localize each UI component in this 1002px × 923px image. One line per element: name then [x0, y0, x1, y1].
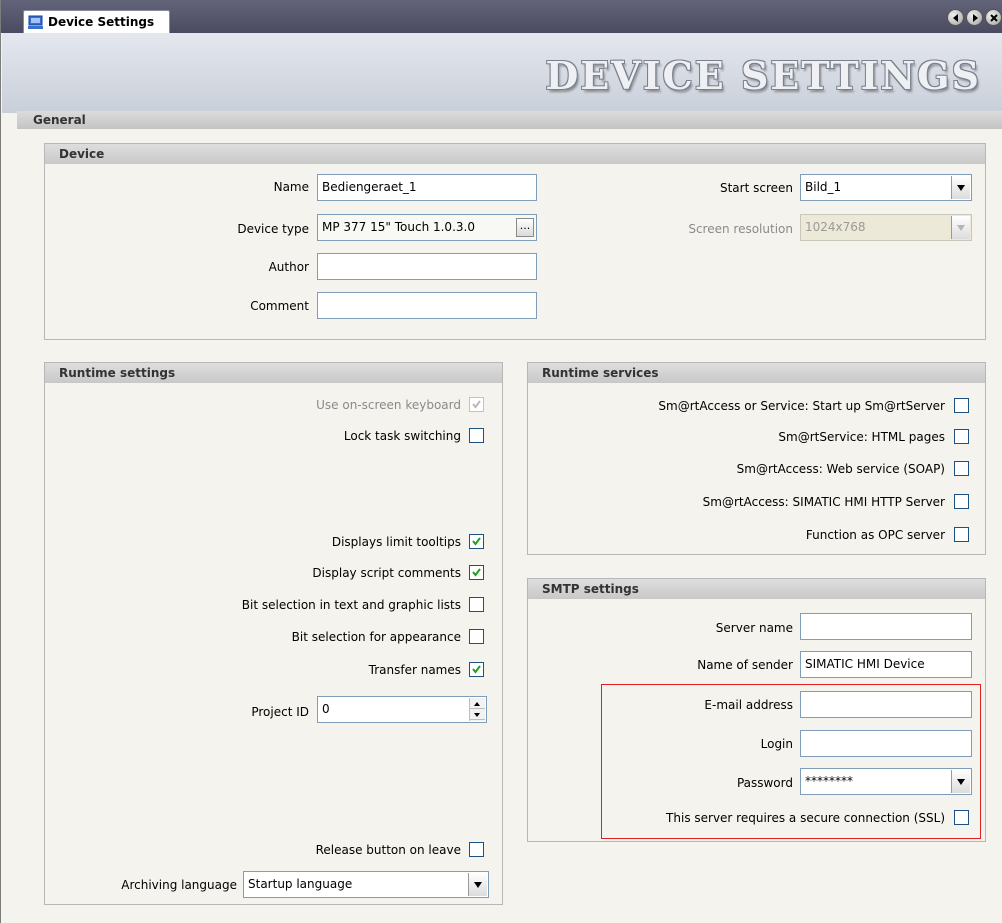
bit-appearance-checkbox[interactable] [469, 629, 484, 644]
sender-field[interactable]: SIMATIC HMI Device [800, 651, 972, 678]
comment-field[interactable] [317, 292, 537, 319]
script-comments-label: Display script comments [312, 566, 461, 580]
author-field[interactable] [317, 253, 537, 280]
chevron-down-icon[interactable] [468, 873, 487, 896]
page-title: DEVICE SETTINGS [545, 53, 981, 98]
smtp-settings-heading: SMTP settings [528, 579, 985, 599]
tab-bar: Device Settings [1, 0, 1002, 34]
transfer-names-label: Transfer names [368, 663, 461, 677]
section-general: General [17, 111, 1002, 129]
web-service-label: Sm@rtAccess: Web service (SOAP) [736, 462, 945, 476]
html-pages-checkbox[interactable] [954, 429, 969, 444]
forward-icon[interactable] [966, 9, 983, 26]
name-label: Name [273, 180, 309, 194]
limit-tooltips-checkbox[interactable] [469, 534, 484, 549]
device-type-field: MP 377 15" Touch 1.0.3.0 ... [317, 214, 537, 241]
device-heading: Device [45, 144, 985, 164]
resolution-select: 1024x768 [800, 214, 972, 241]
device-type-label: Device type [237, 222, 309, 236]
spin-up-icon[interactable] [470, 698, 485, 709]
startup-server-label: Sm@rtAccess or Service: Start up Sm@rtSe… [658, 399, 945, 413]
name-field[interactable]: Bediengeraet_1 [317, 174, 537, 201]
back-icon[interactable] [947, 9, 964, 26]
transfer-names-checkbox[interactable] [469, 662, 484, 677]
opc-server-label: Function as OPC server [805, 528, 945, 542]
limit-tooltips-label: Displays limit tooltips [331, 535, 461, 549]
server-name-field[interactable] [800, 613, 972, 640]
page-header: DEVICE SETTINGS [2, 33, 1002, 113]
runtime-settings-heading: Runtime settings [45, 363, 502, 383]
lock-task-checkbox[interactable] [469, 428, 484, 443]
browse-device-type-button[interactable]: ... [516, 218, 534, 237]
bit-text-graphic-label: Bit selection in text and graphic lists [241, 598, 461, 612]
bit-appearance-label: Bit selection for appearance [291, 630, 461, 644]
author-label: Author [268, 260, 309, 274]
tab-title: Device Settings [48, 15, 155, 29]
html-pages-label: Sm@rtService: HTML pages [778, 430, 945, 444]
device-settings-window: Device Settings DEVICE SETTINGS General … [0, 0, 1002, 923]
start-screen-value: Bild_1 [805, 180, 842, 194]
runtime-services-heading: Runtime services [528, 363, 985, 383]
start-screen-select[interactable]: Bild_1 [800, 174, 972, 201]
release-button-label: Release button on leave [315, 843, 461, 857]
sender-label: Name of sender [697, 658, 793, 672]
start-screen-label: Start screen [719, 181, 793, 195]
server-name-label: Server name [715, 621, 793, 635]
startup-server-checkbox[interactable] [954, 398, 969, 413]
spin-down-icon[interactable] [470, 709, 485, 720]
project-id-value: 0 [322, 702, 330, 716]
chevron-down-icon [951, 216, 970, 239]
onscreen-keyboard-checkbox [469, 397, 484, 412]
script-comments-checkbox[interactable] [469, 565, 484, 580]
archiving-language-label: Archiving language [121, 878, 237, 892]
archiving-language-value: Startup language [248, 877, 353, 891]
tab-device-settings[interactable]: Device Settings [23, 10, 170, 34]
archiving-language-select[interactable]: Startup language [243, 871, 489, 898]
device-icon [28, 15, 43, 29]
http-server-label: Sm@rtAccess: SIMATIC HMI HTTP Server [702, 495, 945, 509]
project-id-label: Project ID [251, 705, 309, 719]
onscreen-keyboard-label: Use on-screen keyboard [316, 398, 461, 412]
chevron-down-icon[interactable] [951, 176, 970, 199]
http-server-checkbox[interactable] [954, 494, 969, 509]
release-button-checkbox[interactable] [469, 842, 484, 857]
lock-task-label: Lock task switching [343, 429, 461, 443]
web-service-checkbox[interactable] [954, 461, 969, 476]
opc-server-checkbox[interactable] [954, 527, 969, 542]
bit-text-graphic-checkbox[interactable] [469, 597, 484, 612]
resolution-value: 1024x768 [805, 220, 866, 234]
comment-label: Comment [250, 299, 309, 313]
project-id-stepper[interactable]: 0 [317, 696, 487, 723]
highlight-box [601, 684, 981, 839]
resolution-label: Screen resolution [688, 222, 793, 236]
project-id-spin-buttons[interactable] [469, 698, 485, 721]
device-type-value: MP 377 15" Touch 1.0.3.0 [322, 220, 475, 234]
close-icon[interactable] [985, 9, 1002, 26]
